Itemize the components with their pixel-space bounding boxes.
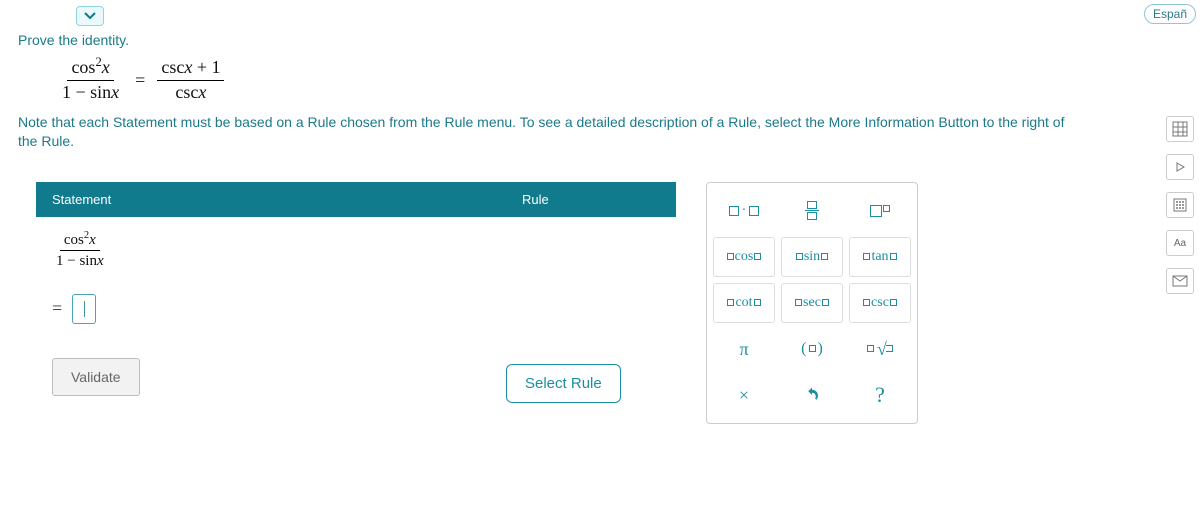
keypad-icon[interactable] [1166,192,1194,218]
chevron-down-icon[interactable] [76,6,104,26]
palette-tan[interactable]: tan [849,237,911,277]
symbol-palette: · cos sin tan cot sec csc π () √ × ? [706,182,918,424]
select-rule-button[interactable]: Select Rule [506,364,621,403]
palette-sqrt[interactable]: √ [849,329,911,369]
palette-parens[interactable]: () [781,329,843,369]
identity-equation: cos2x 1 − sinx = cscx + 1 cscx [58,58,1182,103]
validate-button[interactable]: Validate [52,358,140,396]
instruction-note: Note that each Statement must be based o… [0,113,1100,152]
equals-sign: = [52,298,62,319]
expression-input[interactable] [72,294,96,324]
palette-cos[interactable]: cos [713,237,775,277]
header-statement: Statement [36,182,506,217]
palette-sin[interactable]: sin [781,237,843,277]
palette-cot[interactable]: cot [713,283,775,323]
prompt-text: Prove the identity. [18,32,1182,48]
palette-multiply[interactable]: · [713,191,775,231]
palette-csc[interactable]: csc [849,283,911,323]
grid-icon[interactable] [1166,116,1194,142]
header-rule: Rule [506,182,676,217]
palette-exponent[interactable] [849,191,911,231]
aa-icon[interactable]: Aa [1166,230,1194,256]
palette-fraction[interactable] [781,191,843,231]
palette-sec[interactable]: sec [781,283,843,323]
palette-clear[interactable]: × [713,375,775,415]
proof-header: Statement Rule [36,182,676,217]
right-sidebar: Aa [1166,116,1194,294]
mail-icon[interactable] [1166,268,1194,294]
initial-statement: cos2x 1 − sinx [36,217,676,276]
play-icon[interactable] [1166,154,1194,180]
palette-pi[interactable]: π [713,329,775,369]
language-pill[interactable]: Españ [1144,4,1196,24]
palette-help[interactable]: ? [849,375,911,415]
palette-undo[interactable] [781,375,843,415]
